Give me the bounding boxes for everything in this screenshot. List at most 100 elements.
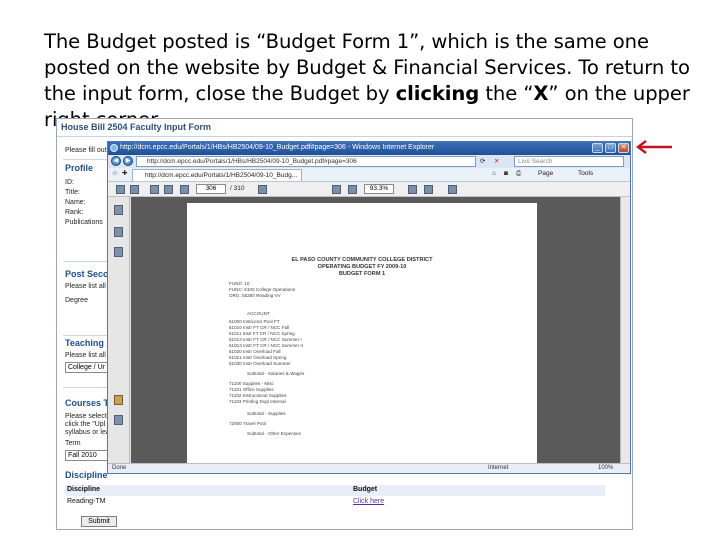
courses-heading: Courses T <box>65 398 110 408</box>
address-url: http://dcm.epcc.edu/Portals/1/HBs/HB2504… <box>147 158 357 165</box>
bookmarks-icon[interactable] <box>114 227 123 237</box>
home-icon[interactable]: ⌂ <box>492 170 496 177</box>
find-icon[interactable] <box>448 185 457 194</box>
pdf-line: 61012 Instr FT CR / NCC Summer I <box>229 337 302 342</box>
zoom-out-icon[interactable] <box>332 185 341 194</box>
status-zoom[interactable]: 100% <box>598 465 613 471</box>
fit-page-icon[interactable] <box>408 185 417 194</box>
minimize-icon[interactable]: _ <box>592 143 603 153</box>
favorites-star-icon[interactable]: ☆ <box>112 169 118 177</box>
search-input[interactable]: Live Search <box>514 156 624 167</box>
pdf-line: 61011 Instr FT CR / NCC Spring <box>229 331 295 336</box>
print-pdf-icon[interactable] <box>130 185 139 194</box>
pdf-title-1: EL PASO COUNTY COMMUNITY COLLEGE DISTRIC… <box>291 257 433 263</box>
stop-icon[interactable]: ✕ <box>494 157 499 165</box>
field-title-label: Title: <box>65 189 80 196</box>
field-id-label: ID: <box>65 179 74 186</box>
field-name-label: Name: <box>65 199 86 206</box>
courses-text-3: syllabus or lea <box>65 429 110 436</box>
ie-title-bar: http://dcm.epcc.edu/Portals/1/HBs/HB2504… <box>108 142 630 155</box>
courses-text-2: click the "Upl <box>65 421 106 428</box>
caption-bold-x: X <box>533 82 549 105</box>
forward-icon[interactable]: ▶ <box>123 156 133 166</box>
status-left: Done <box>112 465 127 471</box>
caption-mid: the “ <box>479 82 534 105</box>
teaching-heading: Teaching I <box>65 338 109 348</box>
pdf-line: 61030 Instr Overload Summer <box>229 361 291 366</box>
save-icon[interactable] <box>116 185 125 194</box>
courses-text-1: Please select <box>65 413 107 420</box>
pdf-page: EL PASO COUNTY COMMUNITY COLLEGE DISTRIC… <box>187 203 537 463</box>
fit-width-icon[interactable] <box>424 185 433 194</box>
browser-tab-label: http://dcm.epcc.edu/Portals/1/HB2504/09-… <box>145 172 298 179</box>
feeds-icon[interactable]: ◙ <box>504 170 508 177</box>
page-number-input[interactable]: 306 <box>196 184 226 194</box>
pdf-line: 61021 Instr Overload Spring <box>229 355 287 360</box>
ie-window: http://dcm.epcc.edu/Portals/1/HBs/HB2504… <box>107 141 631 474</box>
tools-menu[interactable]: Tools <box>578 170 593 177</box>
pdf-line: 71100 Supplies - Misc <box>229 381 274 386</box>
zoom-input[interactable]: 93.3% <box>364 184 394 194</box>
pdf-title-3: BUDGET FORM 1 <box>338 271 386 277</box>
pdf-title-2: OPERATING BUDGET FY 2009-10 <box>317 264 407 270</box>
profile-heading: Profile <box>65 163 94 173</box>
pdf-line: Subtotal - Supplies <box>247 411 286 416</box>
select-tool-icon[interactable] <box>164 185 173 194</box>
comment-icon[interactable] <box>114 395 123 405</box>
college-select-value: College / Ur <box>68 364 105 371</box>
page-menu[interactable]: Page <box>538 170 553 177</box>
ie-window-title: http://dcm.epcc.edu/Portals/1/HBs/HB2504… <box>120 144 435 151</box>
pdf-nav-pane <box>108 197 130 463</box>
add-favorite-icon[interactable]: ✚ <box>122 169 127 177</box>
status-zone: Internet <box>488 465 509 471</box>
term-label: Term <box>65 440 81 447</box>
zoom-in-icon[interactable] <box>348 185 357 194</box>
address-bar[interactable]: http://dcm.epcc.edu/Portals/1/HBs/HB2504… <box>136 156 476 167</box>
pdf-viewer[interactable]: EL PASO COUNTY COMMUNITY COLLEGE DISTRIC… <box>131 197 620 463</box>
term-select-value: Fall 2010 <box>68 452 97 459</box>
ie-logo-icon <box>110 144 118 152</box>
budget-link[interactable]: Click here <box>353 498 384 505</box>
pdf-line: 71102 Instructional Supplies <box>229 393 287 398</box>
form-title: House Bill 2504 Faculty Input Form <box>61 122 212 132</box>
form-header: House Bill 2504 Faculty Input Form <box>57 119 632 137</box>
pdf-line: 61013 Instr FT CR / NCC Summer II <box>229 343 303 348</box>
pdf-line: ORG: 55280 Reading VV <box>229 293 281 298</box>
pdf-scrollbar[interactable] <box>620 197 630 463</box>
attachments-icon[interactable] <box>114 247 123 257</box>
back-icon[interactable]: ◀ <box>111 156 121 166</box>
hand-tool-icon[interactable] <box>150 185 159 194</box>
pdf-line: 61010 Instr FT CR / NCC Fall <box>229 325 290 330</box>
next-page-icon[interactable] <box>258 185 267 194</box>
browser-tab[interactable]: http://dcm.epcc.edu/Portals/1/HB2504/09-… <box>132 169 302 181</box>
teaching-text: Please list all <box>65 352 106 359</box>
prev-page-icon[interactable] <box>180 185 189 194</box>
col-discipline: Discipline <box>67 486 101 493</box>
paperclip-icon[interactable] <box>114 415 123 425</box>
form-notice: Please fill out <box>65 147 107 154</box>
close-icon[interactable]: ✕ <box>618 143 629 153</box>
caption-bold-clicking: clicking <box>395 82 480 105</box>
pdf-line: 61000 Instructor Pool FT <box>229 319 280 324</box>
table-row: Reading-TM Click here <box>65 497 605 508</box>
pages-panel-icon[interactable] <box>114 205 123 215</box>
college-select[interactable]: College / Ur <box>65 362 113 373</box>
term-select[interactable]: Fall 2010 <box>65 450 113 461</box>
pdf-line: 72000 Travel Pool <box>229 421 267 426</box>
post-secondary-heading: Post Seco <box>65 269 109 279</box>
pdf-line: Subtotal - Salaries & Wages <box>247 371 305 376</box>
pdf-line: 71103 Printing Dupl Internal <box>229 399 286 404</box>
pdf-line: 71101 Office Supplies <box>229 387 274 392</box>
pdf-line: 61020 Instr Overload Fall <box>229 349 281 354</box>
screenshot-frame: House Bill 2504 Faculty Input Form Pleas… <box>56 118 633 530</box>
submit-button[interactable]: Submit <box>81 516 117 527</box>
pdf-line: Subtotal - Other Expenses <box>247 431 301 436</box>
pdf-line: FUND: 10 <box>229 281 250 286</box>
ie-tab-row: ☆ ✚ http://dcm.epcc.edu/Portals/1/HB2504… <box>108 168 630 182</box>
discipline-heading: Discipline <box>65 470 108 480</box>
post-secondary-text: Please list all <box>65 283 106 290</box>
maximize-icon[interactable]: □ <box>605 143 616 153</box>
pdf-line: FUNC: 6100 College Operations <box>229 287 296 292</box>
refresh-icon[interactable]: ⟳ <box>480 157 485 165</box>
print-icon[interactable]: ⎙ <box>516 170 521 178</box>
